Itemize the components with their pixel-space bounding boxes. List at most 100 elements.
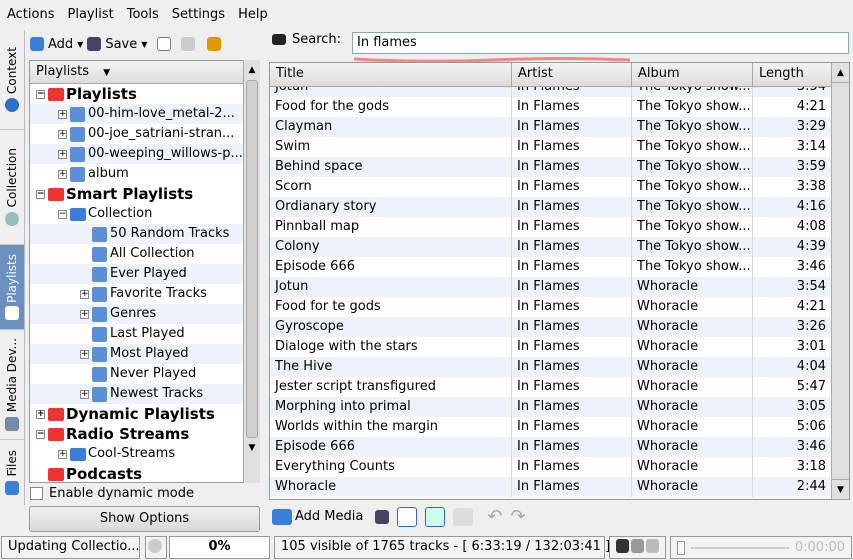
tree-item[interactable]: +00-joe_satriani-stran...: [30, 124, 259, 144]
table-row[interactable]: JotunIn FlamesThe Tokyo show...3:54: [270, 87, 849, 97]
tree-item[interactable]: Podcasts: [30, 464, 259, 482]
delete-icon[interactable]: [181, 37, 196, 51]
expand-toggle[interactable]: +: [58, 149, 67, 159]
shuffle-icon[interactable]: [425, 506, 446, 527]
expand-toggle[interactable]: +: [80, 349, 89, 359]
column-length[interactable]: Length: [753, 63, 832, 86]
menu-actions[interactable]: Actions: [0, 7, 61, 22]
table-row[interactable]: Colony In Flames The Tokyo show... 4:39: [270, 237, 849, 257]
tree-item[interactable]: + Most Played: [30, 344, 259, 364]
tab-media-devices[interactable]: Media Dev...: [0, 330, 24, 440]
dynamic-mode-checkbox[interactable]: Enable dynamic mode: [30, 486, 194, 501]
tree-item[interactable]: Last Played: [30, 324, 259, 344]
expand-toggle[interactable]: +: [80, 389, 89, 399]
abort-icon[interactable]: [145, 536, 167, 559]
table-row[interactable]: The Hive In Flames Whoracle 4:04: [270, 357, 849, 377]
tree-item[interactable]: + Genres: [30, 304, 259, 324]
tree-item[interactable]: − Radio Streams: [30, 424, 259, 444]
clear-playlist-icon[interactable]: [397, 506, 418, 527]
table-row[interactable]: Whoracle In Flames Whoracle 2:44: [270, 477, 849, 497]
menu-tools[interactable]: Tools: [120, 7, 165, 22]
redo-icon[interactable]: ↷: [510, 506, 525, 527]
tree-item[interactable]: Never Played: [30, 364, 259, 384]
table-row[interactable]: Ordianary story In Flames The Tokyo show..…: [270, 197, 849, 217]
expand-toggle[interactable]: +: [80, 309, 89, 319]
tree-item[interactable]: + Newest Tracks: [30, 384, 259, 404]
table-row[interactable]: Food for te gods In Flames Whoracle 4:21: [270, 297, 849, 317]
tab-collection[interactable]: Collection: [0, 130, 24, 245]
queue-manager-icon[interactable]: [453, 507, 474, 526]
tab-files[interactable]: Files: [0, 440, 24, 505]
playlist-scrollbar[interactable]: ▲ ▼: [831, 63, 849, 499]
table-row[interactable]: Behind space In Flames The Tokyo show... 3:…: [270, 157, 849, 177]
table-row[interactable]: Everything Counts In Flames Whoracle 3:18: [270, 457, 849, 477]
position-slider[interactable]: 0:00:00: [670, 536, 852, 559]
table-row[interactable]: Jester script transfigured In Flames Whora…: [270, 377, 849, 397]
table-row[interactable]: Swim In Flames The Tokyo show... 3:14: [270, 137, 849, 157]
tree-item[interactable]: − Smart Playlists: [30, 184, 259, 204]
clear-search-icon[interactable]: [272, 34, 286, 45]
save-playlist-icon[interactable]: [375, 509, 390, 524]
status-task[interactable]: Updating Collectio...: [1, 536, 140, 559]
tree-item[interactable]: + Dynamic Playlists: [30, 404, 259, 424]
tree-item[interactable]: 50 Random Tracks: [30, 224, 259, 244]
show-options-button[interactable]: Show Options: [29, 506, 260, 532]
table-row[interactable]: Morphing into primal In Flames Whoracle 3:0…: [270, 397, 849, 417]
expand-toggle[interactable]: −: [36, 429, 45, 439]
column-title[interactable]: Title: [270, 63, 512, 86]
scroll-down-arrow[interactable]: ▼: [244, 438, 260, 458]
tree-scrollbar[interactable]: ▲ ▼: [243, 60, 260, 483]
tree-item[interactable]: + Favorite Tracks: [30, 284, 259, 304]
expand-toggle[interactable]: +: [58, 109, 67, 119]
search-input[interactable]: In flames: [352, 32, 849, 54]
tree-item[interactable]: + Cool-Streams: [30, 444, 259, 464]
expand-toggle[interactable]: −: [36, 89, 45, 99]
slider-track[interactable]: [691, 546, 789, 549]
scroll-thumb[interactable]: [246, 80, 258, 438]
expand-toggle[interactable]: +: [58, 129, 67, 139]
playlist-filter-dropdown[interactable]: Playlists ▼: [30, 61, 259, 84]
table-row[interactable]: Scorn In Flames The Tokyo show... 3:38: [270, 177, 849, 197]
table-row[interactable]: Jotun In Flames Whoracle 3:54: [270, 277, 849, 297]
table-row[interactable]: Pinnball map In Flames The Tokyo show... 4:…: [270, 217, 849, 237]
scroll-up-arrow[interactable]: ▲: [244, 60, 260, 80]
tree-item[interactable]: + album: [30, 164, 259, 184]
tab-playlists[interactable]: Playlists: [0, 245, 24, 330]
table-row[interactable]: Episode 666 In Flames Whoracle 3:46: [270, 437, 849, 457]
tree-item[interactable]: +00-him-love_metal-2...: [30, 104, 259, 124]
add-button[interactable]: Add: [48, 37, 73, 52]
scroll-track[interactable]: [832, 83, 849, 479]
undo-icon[interactable]: ↶: [487, 506, 502, 527]
table-row[interactable]: Clayman In Flames The Tokyo show... 3:29: [270, 117, 849, 137]
table-row[interactable]: Dialoge with the stars In Flames Whoracle 3…: [270, 337, 849, 357]
expand-toggle[interactable]: +: [36, 409, 45, 419]
column-artist[interactable]: Artist: [512, 63, 632, 86]
tree-item[interactable]: − Collection: [30, 204, 259, 224]
table-row[interactable]: Food for the gods In Flames The Tokyo show…: [270, 97, 849, 117]
table-row[interactable]: Gyroscope In Flames Whoracle 3:26: [270, 317, 849, 337]
random-icon[interactable]: [631, 539, 644, 553]
table-row[interactable]: Worlds within the margin In Flames Whoracl…: [270, 417, 849, 437]
add-media-button[interactable]: Add Media: [272, 508, 363, 525]
expand-toggle[interactable]: +: [58, 449, 67, 459]
expand-toggle[interactable]: −: [36, 189, 45, 199]
table-row[interactable]: Episode 666 In Flames The Tokyo show... 3:4…: [270, 257, 849, 277]
dynamic-icon[interactable]: [646, 539, 659, 553]
expand-toggle[interactable]: +: [80, 289, 89, 299]
menu-playlist[interactable]: Playlist: [61, 7, 120, 22]
save-button[interactable]: Save: [105, 37, 137, 52]
configure-icon[interactable]: [207, 37, 222, 51]
repeat-icon[interactable]: [616, 539, 629, 553]
slider-handle[interactable]: [677, 540, 685, 555]
tree-item[interactable]: All Collection: [30, 244, 259, 264]
menu-help[interactable]: Help: [231, 7, 274, 22]
tree-item[interactable]: − Playlists: [30, 84, 259, 104]
tree-item[interactable]: +00-weeping_willows-p...: [30, 144, 259, 164]
tab-context[interactable]: Context: [0, 30, 24, 130]
checkbox[interactable]: [30, 487, 43, 500]
scroll-down-arrow[interactable]: ▼: [832, 479, 849, 499]
column-album[interactable]: Album: [632, 63, 753, 86]
menu-settings[interactable]: Settings: [165, 7, 231, 22]
scroll-up-arrow[interactable]: ▲: [832, 63, 849, 83]
tree-item[interactable]: Ever Played: [30, 264, 259, 284]
